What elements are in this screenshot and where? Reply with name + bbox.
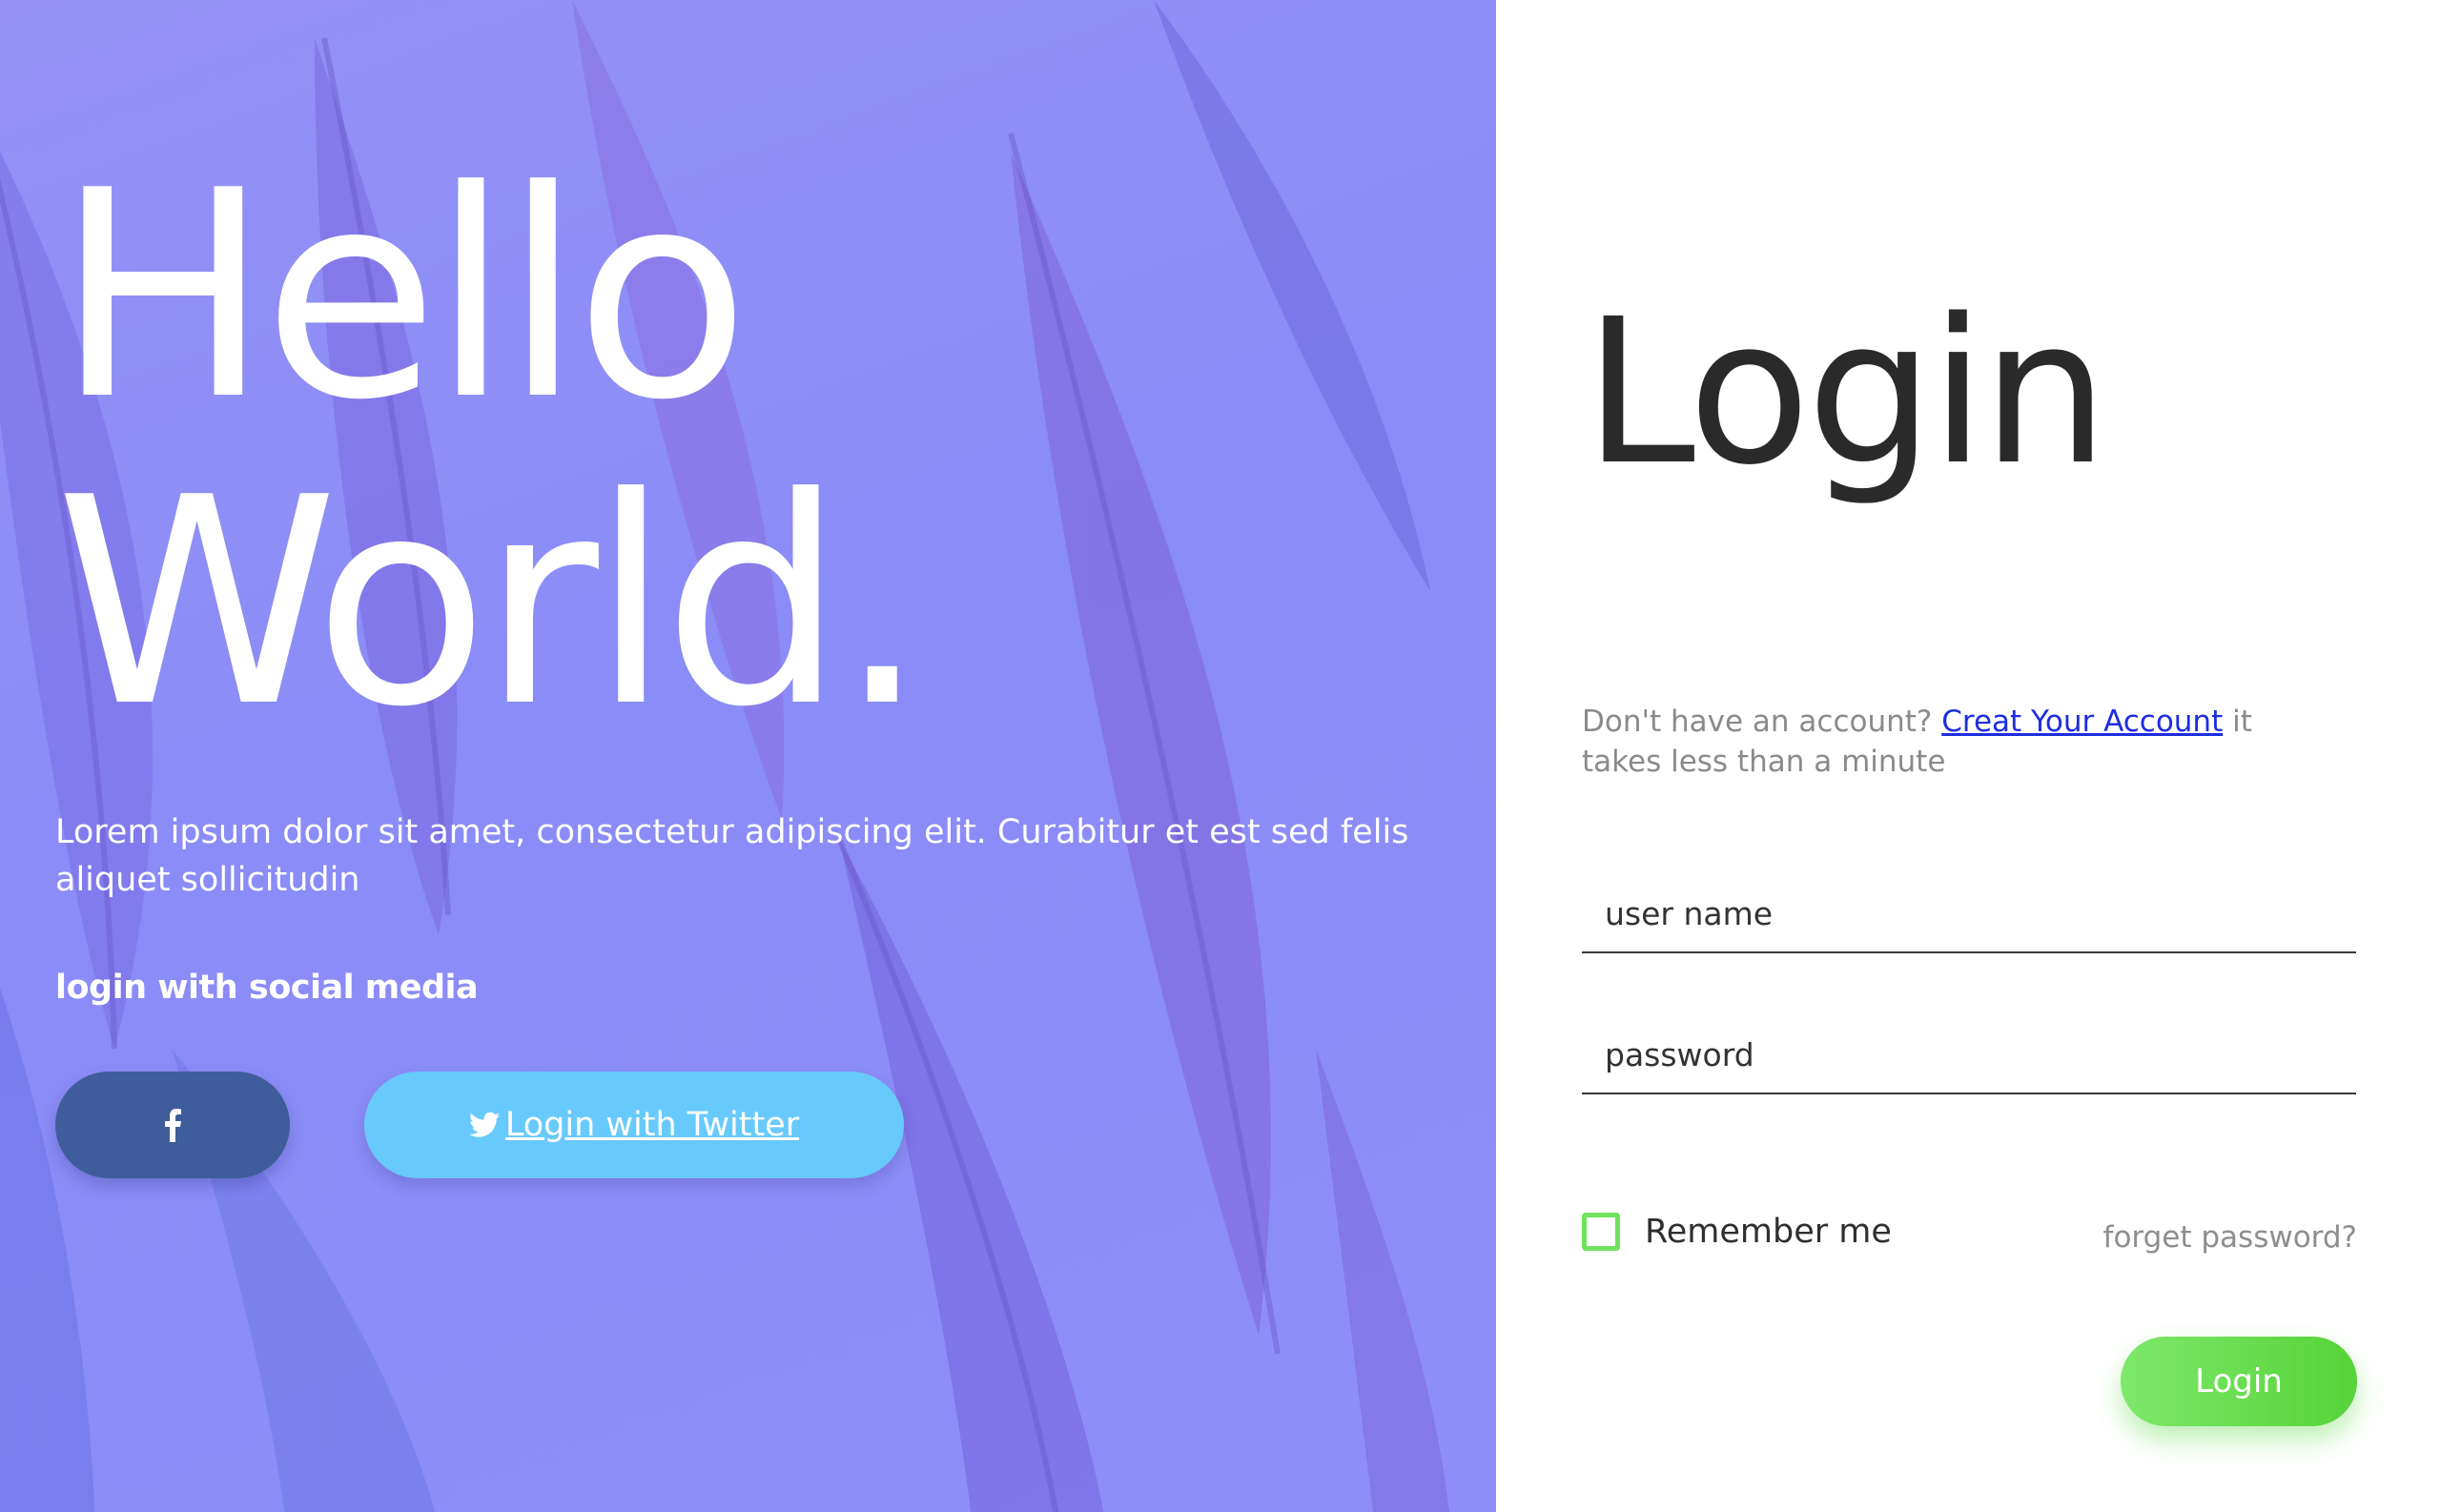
- hero-panel: Hello World. Lorem ipsum dolor sit amet,…: [0, 0, 1496, 1512]
- login-page: Hello World. Lorem ipsum dolor sit amet,…: [0, 0, 2441, 1512]
- remember-me-checkbox[interactable]: [1582, 1213, 1620, 1251]
- forgot-password-link[interactable]: forget password?: [2103, 1220, 2357, 1255]
- login-button[interactable]: Login: [2121, 1337, 2357, 1426]
- twitter-login-label: Login with Twitter: [504, 1106, 800, 1144]
- login-title: Login: [1584, 276, 2109, 509]
- create-account-link[interactable]: Creat Your Account: [1941, 705, 2223, 739]
- twitter-login-button[interactable]: Login with Twitter: [364, 1072, 904, 1178]
- username-input[interactable]: [1582, 875, 2356, 951]
- hero-content: Hello World. Lorem ipsum dolor sit amet,…: [55, 143, 1409, 1178]
- username-field: [1582, 875, 2356, 953]
- facebook-login-button[interactable]: [55, 1072, 290, 1178]
- hero-title: Hello World.: [55, 143, 1409, 757]
- password-field: [1582, 1016, 2356, 1094]
- remember-me-label: Remember me: [1645, 1213, 1892, 1251]
- hero-description: Lorem ipsum dolor sit amet, consectetur …: [55, 813, 1409, 899]
- social-login-label: login with social media: [55, 969, 479, 1007]
- password-input[interactable]: [1582, 1016, 2356, 1093]
- signup-prefix: Don't have an account?: [1582, 705, 1942, 739]
- login-panel: Login Don't have an account? Creat Your …: [1496, 0, 2441, 1512]
- hero-title-line-1: Hello: [55, 130, 749, 462]
- facebook-icon: [165, 1109, 181, 1142]
- remember-me[interactable]: Remember me: [1582, 1213, 1892, 1251]
- signup-prompt: Don't have an account? Creat Your Accoun…: [1582, 702, 2326, 782]
- twitter-icon: [468, 1112, 500, 1137]
- hero-title-line-2: World.: [55, 437, 928, 769]
